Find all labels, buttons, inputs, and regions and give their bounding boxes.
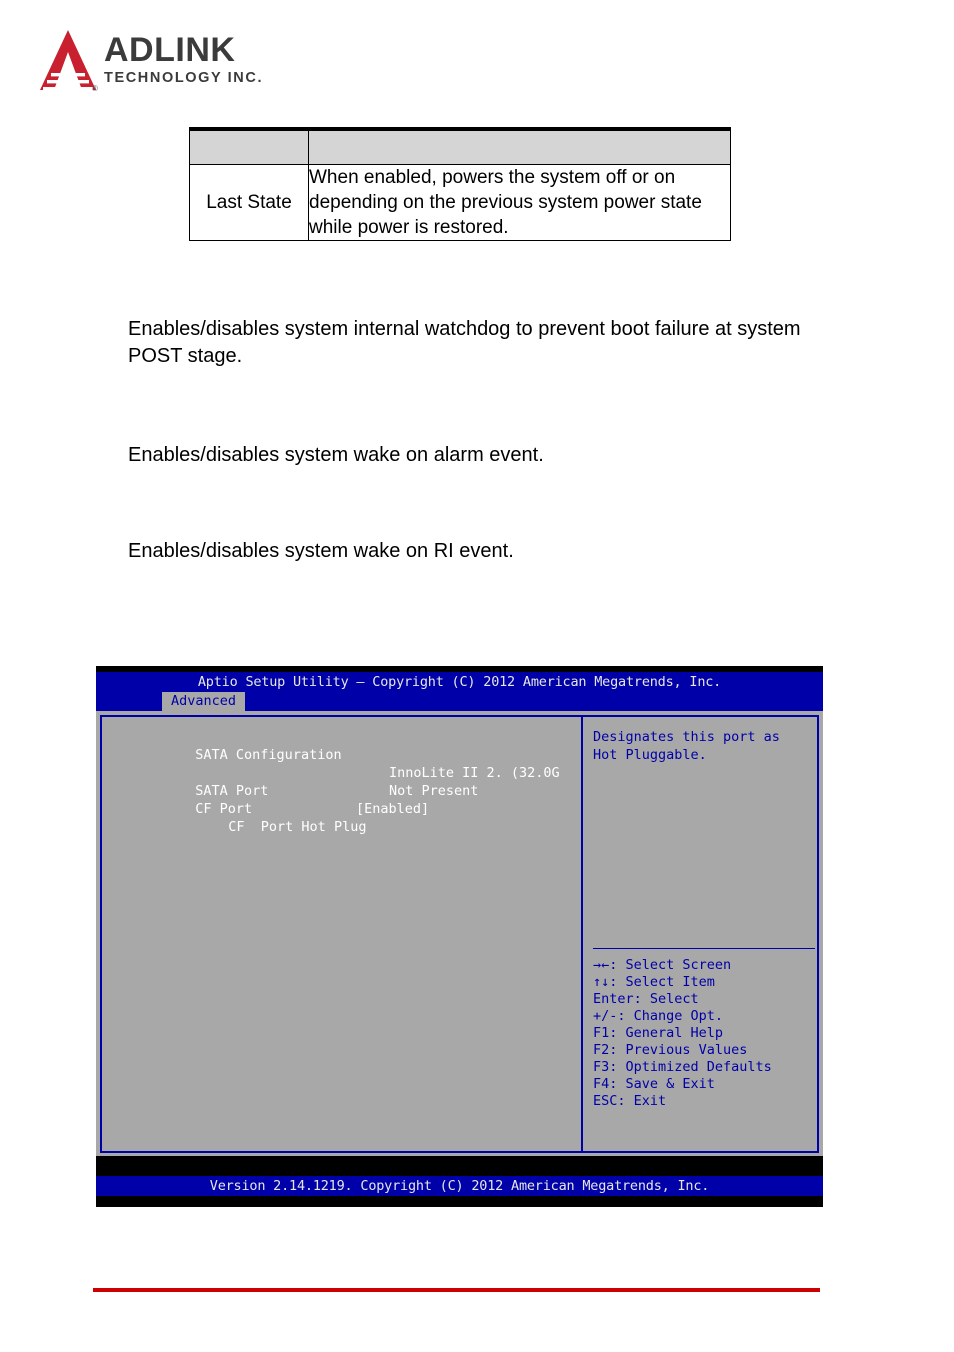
bios-setup-screenshot: Aptio Setup Utility – Copyright (C) 2012… [96, 666, 823, 1207]
table-row: Last State When enabled, powers the syst… [189, 164, 731, 241]
key-legend-select-item: ↑↓: Select Item [593, 974, 715, 990]
paragraph-watchdog: Enables/disables system internal watchdo… [128, 318, 801, 367]
page-footer-rule [93, 1288, 820, 1292]
bios-key-legend: →←: Select Screen ↑↓: Select Item Enter:… [593, 957, 772, 1110]
bios-setting-cf-port-hot-plug[interactable]: CF Port Hot Plug [Enabled] [114, 800, 581, 835]
brand-name: ADLINK [104, 31, 236, 69]
bios-section-title-label: SATA Configuration [195, 747, 342, 763]
bios-settings-panel: SATA Configuration SATA Port InnoLite II… [102, 717, 583, 1151]
table-cell-description: When enabled, powers the system off or o… [308, 164, 731, 241]
key-legend-change-opt: +/-: Change Opt. [593, 1008, 724, 1024]
key-legend-esc-exit: ESC: Exit [593, 1093, 667, 1109]
key-legend-f1-general-help: F1: General Help [593, 1025, 724, 1041]
bios-setting-sata-port[interactable]: SATA Port InnoLite II 2. (32.0G [114, 764, 581, 799]
table-header-description [308, 127, 731, 165]
tab-advanced[interactable]: Advanced [162, 692, 246, 711]
adlink-logo-mark-icon [40, 30, 96, 91]
bios-section-title: SATA Configuration [114, 728, 581, 763]
paragraph-wake-on-alarm: Enables/disables system wake on alarm ev… [128, 444, 544, 466]
bios-setting-cf-port[interactable]: CF Port Not Present [114, 782, 581, 817]
bios-setting-label: CF Port Hot Plug [228, 819, 367, 835]
adlink-logo-text: ADLINK TECHNOLOGY INC. [104, 32, 263, 87]
registered-mark: ® [92, 84, 98, 93]
table-header-row [189, 127, 731, 165]
key-legend-f4-save-exit: F4: Save & Exit [593, 1076, 715, 1092]
bios-frame: SATA Configuration SATA Port InnoLite II… [100, 715, 819, 1153]
bios-help-text: Designates this port as Hot Pluggable. [593, 729, 789, 763]
bios-bottom-border: Version 2.14.1219. Copyright (C) 2012 Am… [96, 1166, 823, 1207]
bios-title-bar: Aptio Setup Utility – Copyright (C) 2012… [96, 672, 823, 692]
bios-footer-version: Version 2.14.1219. Copyright (C) 2012 Am… [96, 1176, 823, 1196]
key-legend-f3-optimized-defaults: F3: Optimized Defaults [593, 1059, 772, 1075]
bios-help-divider [593, 948, 815, 949]
bios-setting-value[interactable]: [Enabled] [356, 800, 429, 818]
bios-setting-value: InnoLite II 2. (32.0G [389, 765, 560, 781]
adlink-logo: ADLINK TECHNOLOGY INC. ® [38, 28, 268, 94]
table-header-term [189, 127, 309, 165]
key-legend-f2-previous-values: F2: Previous Values [593, 1042, 748, 1058]
bios-setting-value: Not Present [389, 783, 479, 799]
key-legend-select-screen: →←: Select Screen [593, 957, 732, 973]
option-description-table: Last State When enabled, powers the syst… [189, 127, 731, 241]
bios-menu-bar: Advanced [96, 692, 823, 711]
paragraph-wake-on-ri: Enables/disables system wake on RI event… [128, 540, 514, 562]
bios-help-panel: Designates this port as Hot Pluggable. →… [585, 717, 817, 1151]
table-cell-term: Last State [189, 164, 309, 241]
key-legend-enter-select: Enter: Select [593, 991, 699, 1007]
brand-tagline: TECHNOLOGY INC. [104, 70, 264, 86]
bios-content-area: SATA Configuration SATA Port InnoLite II… [96, 711, 823, 1156]
